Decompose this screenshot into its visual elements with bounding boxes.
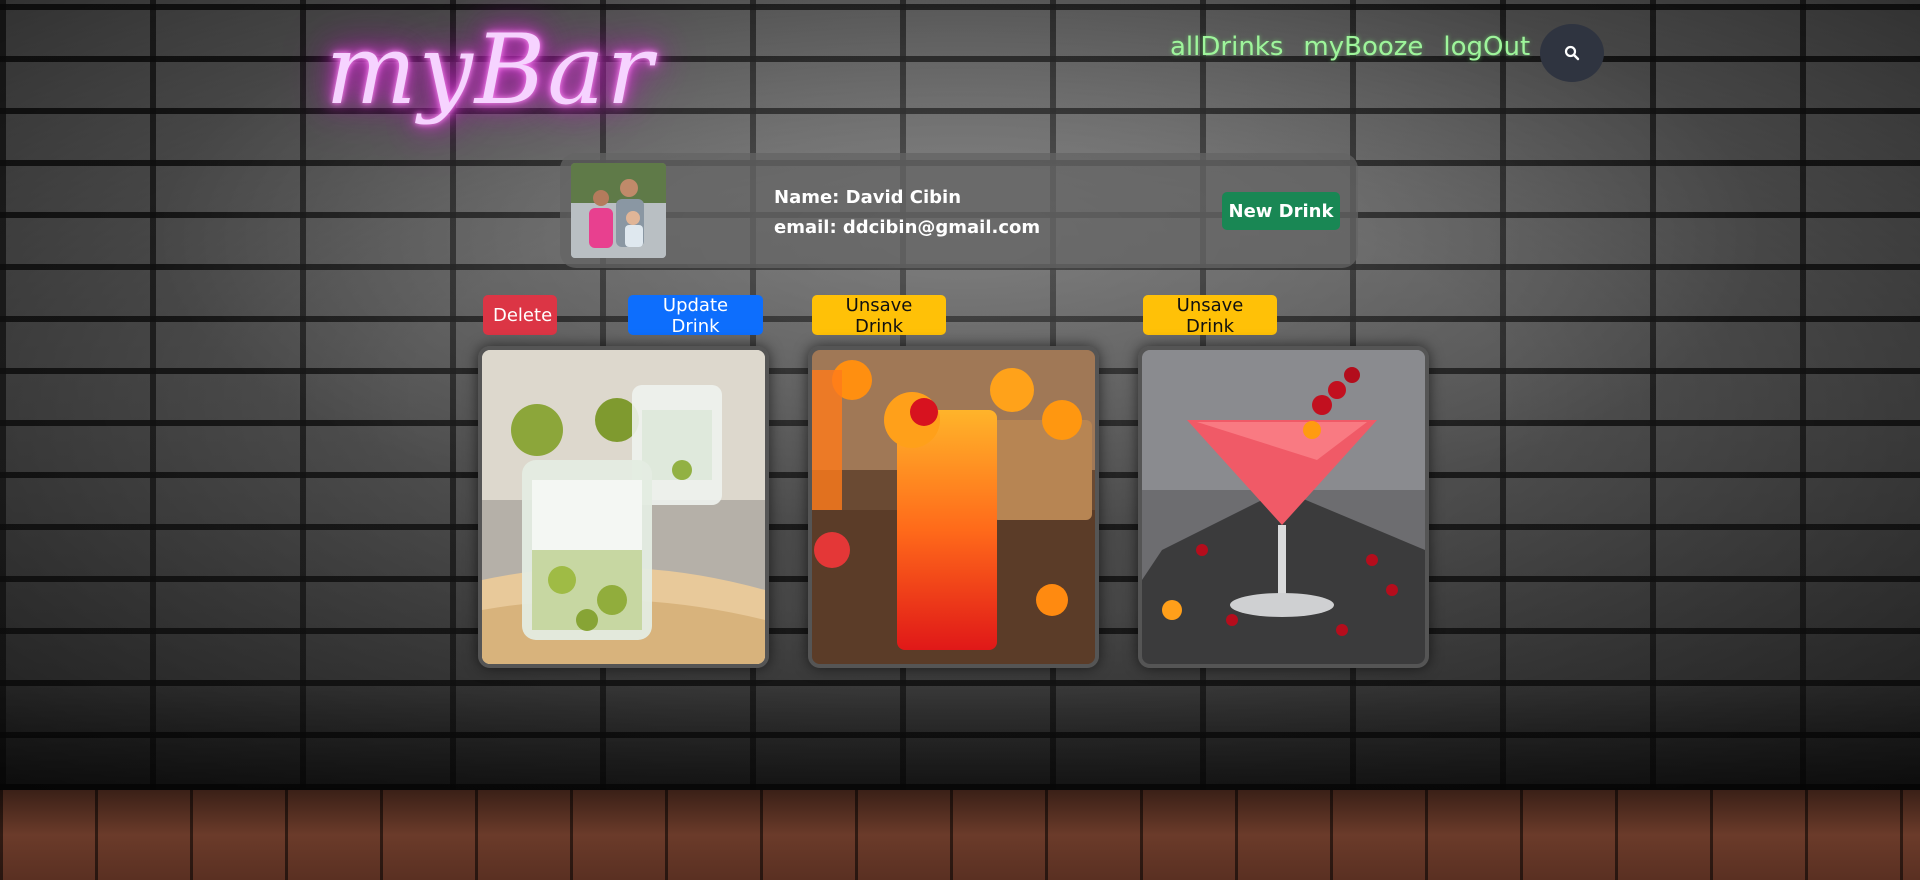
update-drink-button[interactable]: Update Drink: [628, 295, 763, 337]
nav-link-all-drinks[interactable]: allDrinks: [1170, 32, 1283, 62]
avatar: [571, 163, 666, 258]
drink-image: [482, 350, 765, 664]
app-logo[interactable]: myBar: [300, 10, 680, 130]
profile-name: Name: David Cibin: [774, 187, 962, 208]
profile-card: Name: David Cibin email: ddcibin@gmail.c…: [560, 153, 1358, 268]
delete-button[interactable]: Delete: [483, 295, 557, 335]
search-button[interactable]: [1540, 24, 1604, 82]
profile-email: email: ddcibin@gmail.com: [774, 217, 1041, 238]
drink-card[interactable]: [808, 346, 1099, 668]
drink-card[interactable]: [1138, 346, 1429, 668]
unsave-drink-button[interactable]: Unsave Drink: [812, 295, 946, 337]
new-drink-button[interactable]: New Drink: [1222, 192, 1340, 230]
logo-text: myBar: [325, 14, 655, 126]
top-nav: allDrinks myBooze logOut: [1170, 32, 1530, 62]
nav-link-log-out[interactable]: logOut: [1443, 32, 1530, 62]
drink-card[interactable]: [478, 346, 769, 668]
wood-floor-background: [0, 790, 1920, 880]
search-icon: [1564, 45, 1580, 61]
drink-image: [812, 350, 1095, 664]
profile-info: Name: David Cibin email: ddcibin@gmail.c…: [774, 183, 1040, 243]
unsave-drink-button[interactable]: Unsave Drink: [1143, 295, 1277, 337]
nav-link-my-booze[interactable]: myBooze: [1303, 32, 1423, 62]
drink-image: [1142, 350, 1425, 664]
